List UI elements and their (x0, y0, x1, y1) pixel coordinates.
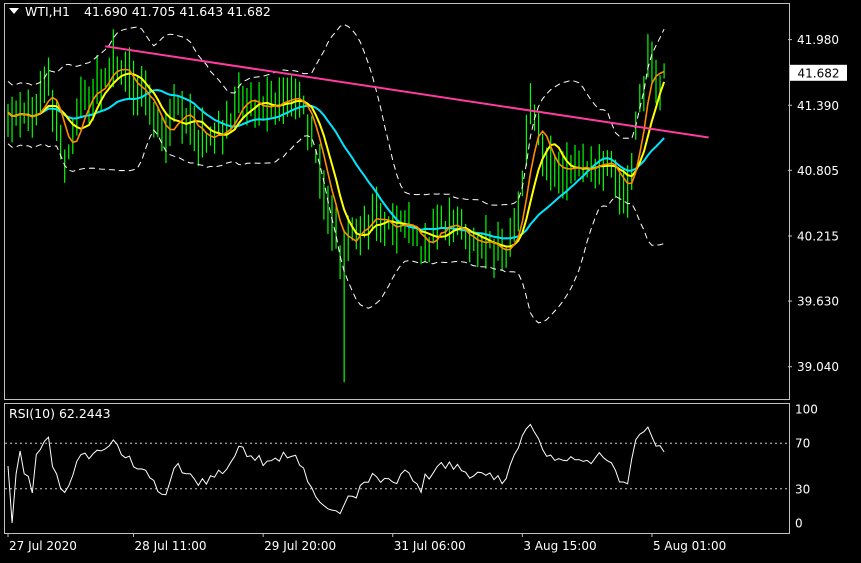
time-axis-label: 27 Jul 2020 (9, 539, 77, 553)
price-axis-label: 41.390 (797, 99, 839, 113)
symbol-timeframe-label: WTI,H1 (25, 4, 70, 19)
current-price-value: 41.682 (798, 66, 840, 80)
price-axis-label: 39.040 (797, 360, 839, 374)
trading-chart: 41.980 41.390 40.805 40.215 39.630 39.040 100 7… (0, 0, 861, 559)
price-axis-label: 39.630 (797, 295, 839, 309)
price-axis-label: 41.980 (797, 33, 839, 47)
rsi-axis-label: 0 (795, 517, 803, 531)
rsi-axis-label: 100 (795, 403, 818, 417)
rsi-axis-label: 30 (795, 482, 810, 496)
time-axis-label: 5 Aug 01:00 (653, 539, 726, 553)
rsi-indicator-label: RSI(10) 62.2443 (9, 406, 111, 421)
ohlc-values: 41.690 41.705 41.643 41.682 (84, 4, 271, 19)
chart-container: 41.980 41.390 40.805 40.215 39.630 39.040 100 7… (0, 0, 861, 559)
time-axis-label: 3 Aug 15:00 (523, 539, 596, 553)
time-axis-label: 31 Jul 06:00 (394, 539, 466, 553)
time-axis-label: 29 Jul 20:00 (264, 539, 336, 553)
price-axis-label: 40.215 (797, 229, 839, 243)
price-axis-label: 40.805 (797, 164, 839, 178)
rsi-axis-label: 70 (795, 437, 810, 451)
time-axis-label: 28 Jul 11:00 (135, 539, 207, 553)
